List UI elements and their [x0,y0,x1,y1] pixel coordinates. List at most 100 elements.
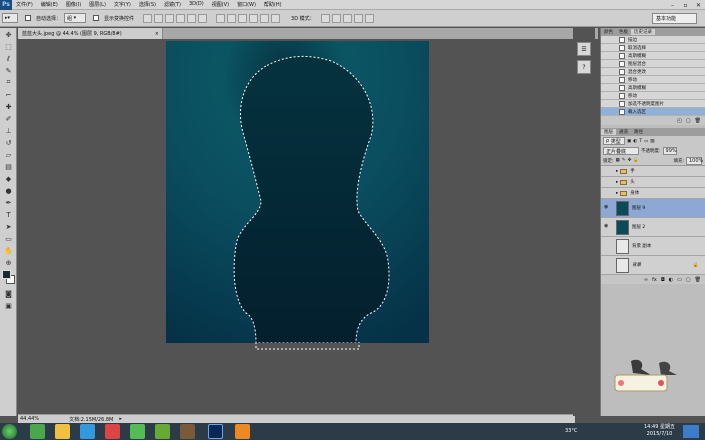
history-item[interactable]: 高斯模糊 [601,52,705,60]
3d-rotate-button[interactable] [320,13,330,23]
visibility-eye-icon[interactable] [604,189,612,197]
menu-item[interactable]: 文字(Y) [110,1,135,8]
history-item[interactable]: 移动 [601,76,705,84]
move-tool-preset[interactable]: ▸▾ [2,13,18,23]
group-expand-icon[interactable]: ▸ [616,169,618,174]
history-brush-tool-icon[interactable]: ↺ [2,137,15,148]
lock-all-icon[interactable]: 🔒 [633,158,639,163]
app-icon-ppt[interactable] [235,424,250,439]
tab-swatches[interactable]: 色板 [616,29,631,35]
history-item[interactable]: 描边 [601,36,705,44]
tab-history[interactable]: 历史记录 [631,29,655,35]
filter-pixel-icon[interactable]: ▣ [627,139,631,144]
new-layer-icon[interactable]: ▢ [686,277,691,283]
visibility-eye-icon[interactable] [604,167,612,175]
blur-tool-icon[interactable]: ◆ [2,173,15,184]
layer-trash-icon[interactable]: 🗑 [695,277,701,283]
fx-icon[interactable]: fx [652,277,657,283]
align-hcenter-button[interactable] [187,13,197,23]
app-icon-360[interactable] [30,424,45,439]
group-expand-icon[interactable]: ▸ [616,180,618,185]
layer-row[interactable]: 背景 副本 [601,237,705,256]
quick-mask-icon[interactable]: ◙ [2,288,15,299]
layer-row[interactable]: 背景 🔒 [601,256,705,275]
notification-icon[interactable] [683,425,699,438]
3d-scale-button[interactable] [364,13,374,23]
clock[interactable]: 14:49 星期五 2015/7/10 [644,424,675,438]
menu-item[interactable]: 窗口(W) [233,1,260,8]
marquee-tool-icon[interactable]: ⬚ [2,41,15,52]
adjustment-icon[interactable]: ◐ [669,277,673,283]
crop-tool-icon[interactable]: ⌗ [2,77,15,88]
menu-item[interactable]: 图层(L) [85,1,110,8]
fill-input[interactable]: 100% [686,156,703,165]
start-button[interactable] [2,424,17,439]
history-item[interactable]: 取消选择 [601,44,705,52]
visibility-eye-icon[interactable] [604,178,612,186]
healing-tool-icon[interactable]: ✚ [2,101,15,112]
blend-mode-dropdown[interactable]: 正片叠底 [603,147,639,155]
filter-adjust-icon[interactable]: ◐ [633,139,637,144]
tab-layers[interactable]: 图层 [601,129,616,135]
align-bottom-button[interactable] [165,13,175,23]
minimize-icon[interactable]: – [666,0,679,10]
help-panel-icon[interactable]: ? [577,60,591,74]
app-icon-browser[interactable] [55,424,70,439]
screen-mode-icon[interactable]: ▣ [2,300,15,311]
tab-paths[interactable]: 路径 [631,129,646,135]
distribute-6-button[interactable] [271,13,281,23]
app-icon-green[interactable] [155,424,170,439]
3d-roll-button[interactable] [331,13,341,23]
zoom-level[interactable]: 44.44% [20,416,39,422]
restore-icon[interactable]: ▫ [679,0,692,10]
history-item[interactable]: 图层混合 [601,60,705,68]
brush-tool-icon[interactable]: ✐ [2,113,15,124]
foreground-color[interactable] [2,270,11,279]
path-select-tool-icon[interactable]: ➤ [2,221,15,232]
move-tool-icon[interactable]: ✥ [2,29,15,40]
lasso-tool-icon[interactable]: ℓ [2,53,15,64]
app-icon-folder[interactable] [180,424,195,439]
mask-icon[interactable]: ◘ [661,277,665,283]
snapshot-icon[interactable]: ◰ [677,118,682,124]
stamp-tool-icon[interactable]: ⊥ [2,125,15,136]
history-item[interactable]: 载入选区 [601,108,705,116]
visibility-eye-icon[interactable]: ◉ [604,204,612,212]
document-tab[interactable]: 蓝蓝大头.jpeg @ 44.4% (图层 9, RGB/8#) × [18,28,163,39]
eraser-tool-icon[interactable]: ▱ [2,149,15,160]
history-item[interactable]: 混合更改 [601,68,705,76]
menu-item[interactable]: 3D(D) [185,1,208,8]
layer-row[interactable]: ▸ 手 [601,166,705,177]
pen-tool-icon[interactable]: ✒ [2,197,15,208]
group-icon[interactable]: ▭ [677,277,682,283]
filter-shape-icon[interactable]: ▭ [644,139,648,144]
3d-drag-button[interactable] [342,13,352,23]
visibility-eye-icon[interactable]: ◉ [604,223,612,231]
visibility-eye-icon[interactable] [604,242,612,250]
distribute-1-button[interactable] [216,13,226,23]
status-arrow-icon[interactable]: ▸ [119,416,122,422]
layer-kind-dropdown[interactable]: ρ 类型 [603,137,625,145]
menu-item[interactable]: 视图(V) [208,1,233,8]
align-left-button[interactable] [176,13,186,23]
filter-type-icon[interactable]: T [639,139,642,144]
app-icon-chart[interactable] [130,424,145,439]
lock-paint-icon[interactable]: ✎ [622,158,626,163]
menu-item[interactable]: 编辑(E) [37,1,62,8]
app-icon-sogou[interactable] [105,424,120,439]
distribute-5-button[interactable] [260,13,270,23]
layer-row[interactable]: ▸ 身体 [601,188,705,199]
hand-tool-icon[interactable]: ✋ [2,245,15,256]
opacity-input[interactable]: 99% [662,147,677,155]
gradient-tool-icon[interactable]: ▤ [2,161,15,172]
align-vcenter-button[interactable] [154,13,164,23]
tab-channels[interactable]: 通道 [616,129,631,135]
visibility-eye-icon[interactable] [604,261,612,269]
document-canvas[interactable] [166,41,429,343]
quick-select-tool-icon[interactable]: ✎ [2,65,15,76]
distribute-4-button[interactable] [249,13,259,23]
history-item[interactable]: 加选不透明度图片 [601,100,705,108]
layer-row[interactable]: ◉ 图层 2 [601,218,705,237]
history-item[interactable]: 高斯模糊 [601,84,705,92]
menu-item[interactable]: 帮助(H) [260,1,286,8]
